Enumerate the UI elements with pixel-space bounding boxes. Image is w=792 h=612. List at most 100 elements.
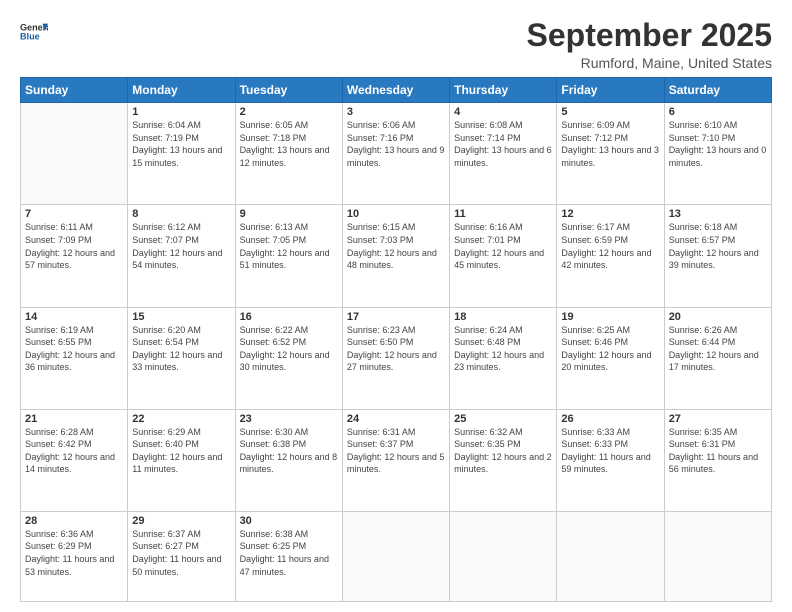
day-info: Sunrise: 6:15 AMSunset: 7:03 PMDaylight:… (347, 221, 445, 271)
day-number: 11 (454, 208, 552, 220)
table-row: 24Sunrise: 6:31 AMSunset: 6:37 PMDayligh… (342, 409, 449, 511)
day-number: 10 (347, 208, 445, 220)
month-title: September 2025 (527, 18, 772, 53)
day-number: 13 (669, 208, 767, 220)
day-number: 27 (669, 413, 767, 425)
day-info: Sunrise: 6:23 AMSunset: 6:50 PMDaylight:… (347, 324, 445, 374)
day-number: 21 (25, 413, 123, 425)
day-number: 28 (25, 515, 123, 527)
day-number: 24 (347, 413, 445, 425)
day-number: 26 (561, 413, 659, 425)
calendar-week-row: 21Sunrise: 6:28 AMSunset: 6:42 PMDayligh… (21, 409, 772, 511)
day-info: Sunrise: 6:05 AMSunset: 7:18 PMDaylight:… (240, 119, 338, 169)
day-info: Sunrise: 6:37 AMSunset: 6:27 PMDaylight:… (132, 528, 230, 578)
table-row: 1Sunrise: 6:04 AMSunset: 7:19 PMDaylight… (128, 103, 235, 205)
day-info: Sunrise: 6:17 AMSunset: 6:59 PMDaylight:… (561, 221, 659, 271)
day-number: 8 (132, 208, 230, 220)
table-row: 5Sunrise: 6:09 AMSunset: 7:12 PMDaylight… (557, 103, 664, 205)
table-row (450, 511, 557, 601)
table-row: 4Sunrise: 6:08 AMSunset: 7:14 PMDaylight… (450, 103, 557, 205)
table-row: 10Sunrise: 6:15 AMSunset: 7:03 PMDayligh… (342, 205, 449, 307)
day-number: 14 (25, 311, 123, 323)
table-row: 3Sunrise: 6:06 AMSunset: 7:16 PMDaylight… (342, 103, 449, 205)
calendar-week-row: 7Sunrise: 6:11 AMSunset: 7:09 PMDaylight… (21, 205, 772, 307)
day-info: Sunrise: 6:16 AMSunset: 7:01 PMDaylight:… (454, 221, 552, 271)
day-info: Sunrise: 6:10 AMSunset: 7:10 PMDaylight:… (669, 119, 767, 169)
table-row: 15Sunrise: 6:20 AMSunset: 6:54 PMDayligh… (128, 307, 235, 409)
day-info: Sunrise: 6:35 AMSunset: 6:31 PMDaylight:… (669, 426, 767, 476)
header: General Blue September 2025 Rumford, Mai… (20, 18, 772, 71)
day-info: Sunrise: 6:08 AMSunset: 7:14 PMDaylight:… (454, 119, 552, 169)
table-row: 7Sunrise: 6:11 AMSunset: 7:09 PMDaylight… (21, 205, 128, 307)
day-number: 3 (347, 106, 445, 118)
table-row: 21Sunrise: 6:28 AMSunset: 6:42 PMDayligh… (21, 409, 128, 511)
day-info: Sunrise: 6:04 AMSunset: 7:19 PMDaylight:… (132, 119, 230, 169)
logo: General Blue (20, 18, 48, 46)
table-row: 9Sunrise: 6:13 AMSunset: 7:05 PMDaylight… (235, 205, 342, 307)
day-info: Sunrise: 6:32 AMSunset: 6:35 PMDaylight:… (454, 426, 552, 476)
table-row: 28Sunrise: 6:36 AMSunset: 6:29 PMDayligh… (21, 511, 128, 601)
table-row: 19Sunrise: 6:25 AMSunset: 6:46 PMDayligh… (557, 307, 664, 409)
day-info: Sunrise: 6:19 AMSunset: 6:55 PMDaylight:… (25, 324, 123, 374)
table-row: 14Sunrise: 6:19 AMSunset: 6:55 PMDayligh… (21, 307, 128, 409)
col-monday: Monday (128, 78, 235, 103)
table-row: 8Sunrise: 6:12 AMSunset: 7:07 PMDaylight… (128, 205, 235, 307)
col-thursday: Thursday (450, 78, 557, 103)
day-info: Sunrise: 6:25 AMSunset: 6:46 PMDaylight:… (561, 324, 659, 374)
day-number: 2 (240, 106, 338, 118)
day-number: 30 (240, 515, 338, 527)
table-row: 12Sunrise: 6:17 AMSunset: 6:59 PMDayligh… (557, 205, 664, 307)
day-number: 16 (240, 311, 338, 323)
table-row: 16Sunrise: 6:22 AMSunset: 6:52 PMDayligh… (235, 307, 342, 409)
table-row: 20Sunrise: 6:26 AMSunset: 6:44 PMDayligh… (664, 307, 771, 409)
day-info: Sunrise: 6:13 AMSunset: 7:05 PMDaylight:… (240, 221, 338, 271)
day-info: Sunrise: 6:38 AMSunset: 6:25 PMDaylight:… (240, 528, 338, 578)
col-saturday: Saturday (664, 78, 771, 103)
title-section: September 2025 Rumford, Maine, United St… (527, 18, 772, 71)
calendar-week-row: 14Sunrise: 6:19 AMSunset: 6:55 PMDayligh… (21, 307, 772, 409)
table-row: 6Sunrise: 6:10 AMSunset: 7:10 PMDaylight… (664, 103, 771, 205)
day-number: 22 (132, 413, 230, 425)
day-info: Sunrise: 6:09 AMSunset: 7:12 PMDaylight:… (561, 119, 659, 169)
day-number: 15 (132, 311, 230, 323)
day-number: 6 (669, 106, 767, 118)
day-number: 29 (132, 515, 230, 527)
col-friday: Friday (557, 78, 664, 103)
day-info: Sunrise: 6:30 AMSunset: 6:38 PMDaylight:… (240, 426, 338, 476)
table-row: 13Sunrise: 6:18 AMSunset: 6:57 PMDayligh… (664, 205, 771, 307)
table-row: 25Sunrise: 6:32 AMSunset: 6:35 PMDayligh… (450, 409, 557, 511)
table-row (557, 511, 664, 601)
logo-icon: General Blue (20, 18, 48, 46)
day-info: Sunrise: 6:12 AMSunset: 7:07 PMDaylight:… (132, 221, 230, 271)
calendar-header-row: Sunday Monday Tuesday Wednesday Thursday… (21, 78, 772, 103)
day-info: Sunrise: 6:29 AMSunset: 6:40 PMDaylight:… (132, 426, 230, 476)
day-number: 9 (240, 208, 338, 220)
table-row: 29Sunrise: 6:37 AMSunset: 6:27 PMDayligh… (128, 511, 235, 601)
table-row: 17Sunrise: 6:23 AMSunset: 6:50 PMDayligh… (342, 307, 449, 409)
col-sunday: Sunday (21, 78, 128, 103)
table-row (21, 103, 128, 205)
day-info: Sunrise: 6:36 AMSunset: 6:29 PMDaylight:… (25, 528, 123, 578)
day-number: 23 (240, 413, 338, 425)
day-info: Sunrise: 6:20 AMSunset: 6:54 PMDaylight:… (132, 324, 230, 374)
day-number: 20 (669, 311, 767, 323)
svg-text:Blue: Blue (20, 32, 40, 42)
table-row: 2Sunrise: 6:05 AMSunset: 7:18 PMDaylight… (235, 103, 342, 205)
page: General Blue September 2025 Rumford, Mai… (0, 0, 792, 612)
table-row: 26Sunrise: 6:33 AMSunset: 6:33 PMDayligh… (557, 409, 664, 511)
day-info: Sunrise: 6:18 AMSunset: 6:57 PMDaylight:… (669, 221, 767, 271)
day-number: 17 (347, 311, 445, 323)
day-number: 18 (454, 311, 552, 323)
col-tuesday: Tuesday (235, 78, 342, 103)
day-number: 19 (561, 311, 659, 323)
location: Rumford, Maine, United States (527, 55, 772, 71)
day-info: Sunrise: 6:31 AMSunset: 6:37 PMDaylight:… (347, 426, 445, 476)
day-info: Sunrise: 6:06 AMSunset: 7:16 PMDaylight:… (347, 119, 445, 169)
day-number: 5 (561, 106, 659, 118)
day-info: Sunrise: 6:26 AMSunset: 6:44 PMDaylight:… (669, 324, 767, 374)
table-row: 23Sunrise: 6:30 AMSunset: 6:38 PMDayligh… (235, 409, 342, 511)
day-number: 25 (454, 413, 552, 425)
table-row: 27Sunrise: 6:35 AMSunset: 6:31 PMDayligh… (664, 409, 771, 511)
calendar-week-row: 1Sunrise: 6:04 AMSunset: 7:19 PMDaylight… (21, 103, 772, 205)
day-info: Sunrise: 6:22 AMSunset: 6:52 PMDaylight:… (240, 324, 338, 374)
